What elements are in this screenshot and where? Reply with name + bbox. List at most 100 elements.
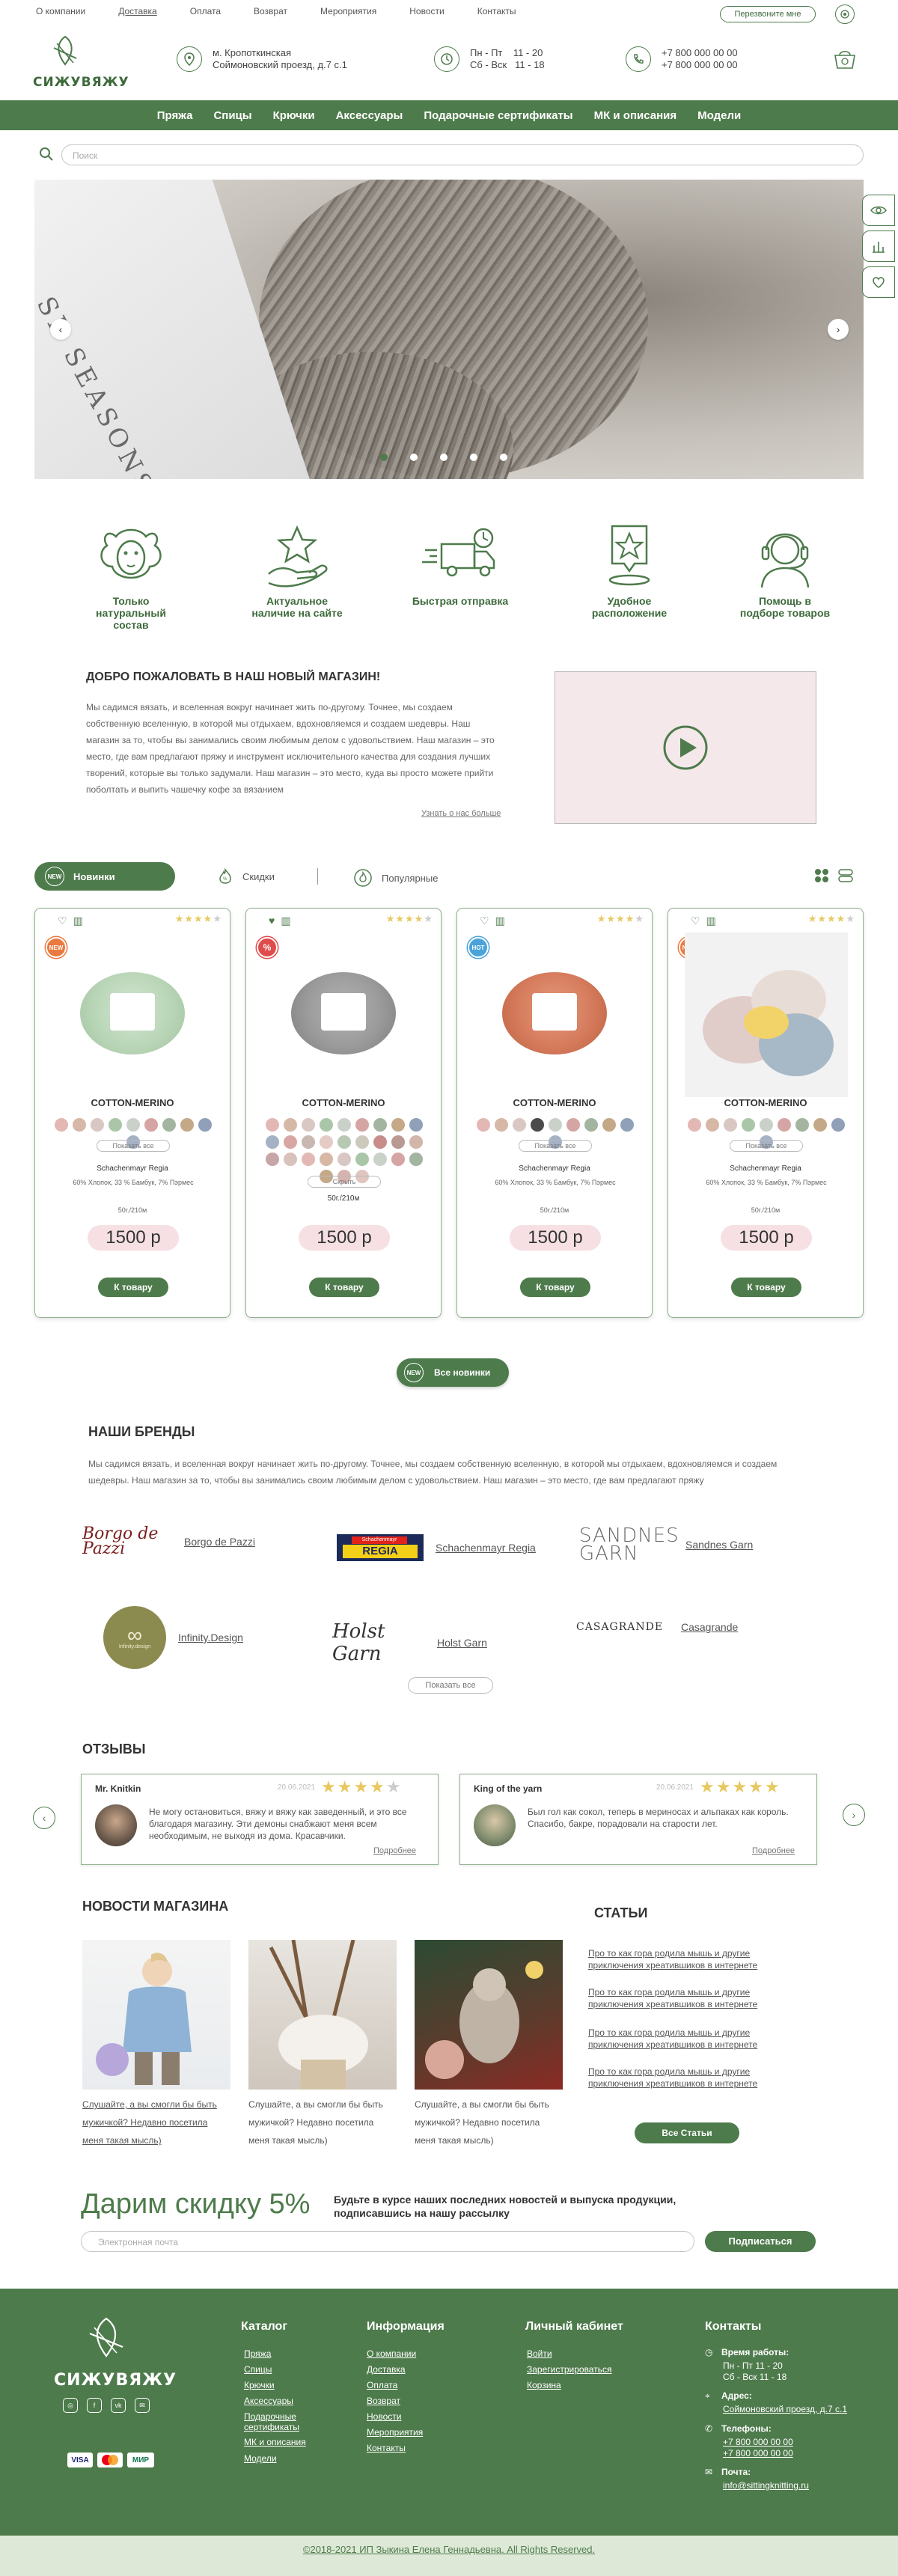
color-swatch[interactable] — [162, 1118, 176, 1132]
product-card[interactable]: ♥ ▥ ★★★★★ % COTTON-MERINO Скрыть 50г./21… — [245, 908, 442, 1318]
color-swatch[interactable] — [620, 1118, 634, 1132]
color-swatch[interactable] — [513, 1118, 526, 1132]
chat-icon[interactable]: ✉ — [135, 2398, 150, 2413]
nav-mk-descriptions[interactable]: МК и описания — [594, 109, 677, 122]
all-articles-button[interactable]: Все Статьи — [635, 2122, 739, 2143]
phone-1[interactable]: +7 800 000 00 00 — [662, 47, 738, 59]
footer-phone-1[interactable]: +7 800 000 00 00 — [723, 2437, 793, 2447]
color-swatch[interactable] — [373, 1135, 387, 1149]
play-icon[interactable] — [662, 724, 709, 771]
footer-link[interactable]: Крючки — [244, 2380, 275, 2390]
compare-chart-icon[interactable] — [862, 231, 895, 262]
brand-borgo-de-pazzi[interactable]: Borgo de Pazzi Borgo de Pazzi — [82, 1526, 255, 1557]
footer-logo-text[interactable]: СИЖУВЯЖУ — [54, 2371, 177, 2390]
color-swatch[interactable] — [284, 1153, 297, 1166]
nav-needles[interactable]: Спицы — [213, 109, 251, 122]
color-swatch[interactable] — [337, 1135, 351, 1149]
favorite-heart-icon[interactable]: ♡ — [58, 915, 67, 927]
nav-gift-certificates[interactable]: Подарочные сертификаты — [424, 109, 572, 122]
color-swatch[interactable] — [109, 1118, 122, 1132]
compare-icon[interactable]: ▥ — [706, 915, 716, 927]
color-swatch[interactable] — [355, 1118, 369, 1132]
search-icon[interactable] — [39, 147, 54, 165]
all-new-button[interactable]: NEW Все новинки — [397, 1358, 509, 1387]
article-link[interactable]: Про то как гора родила мышь и другие при… — [588, 2027, 805, 2051]
product-name[interactable]: COTTON-MERINO — [246, 1097, 441, 1108]
color-swatch[interactable] — [266, 1153, 279, 1166]
footer-link[interactable]: Пряжа — [244, 2348, 271, 2359]
vk-icon[interactable]: vk — [111, 2398, 126, 2413]
go-to-product-button[interactable]: К товару — [98, 1278, 168, 1297]
reviews-next-arrow[interactable]: › — [843, 1804, 865, 1826]
nav-models[interactable]: Модели — [697, 109, 741, 122]
topnav-return[interactable]: Возврат — [254, 6, 287, 16]
hero-prev-arrow[interactable]: ‹ — [50, 319, 71, 340]
subscribe-button[interactable]: Подписаться — [705, 2231, 816, 2252]
color-swatch[interactable] — [373, 1118, 387, 1132]
go-to-product-button[interactable]: К товару — [520, 1278, 590, 1297]
show-all-colors-button[interactable]: Показать все — [730, 1140, 803, 1152]
color-swatch[interactable] — [284, 1135, 297, 1149]
footer-link[interactable]: Спицы — [244, 2364, 272, 2375]
color-swatch[interactable] — [144, 1118, 158, 1132]
color-swatch[interactable] — [795, 1118, 809, 1132]
brand-schachenmayr-regia[interactable]: Schachenmayr REGIA Schachenmayr Regia — [337, 1534, 536, 1561]
compare-icon[interactable]: ▥ — [281, 915, 290, 927]
color-swatch[interactable] — [760, 1118, 773, 1132]
color-swatch[interactable] — [126, 1118, 140, 1132]
compare-icon[interactable]: ▥ — [73, 915, 83, 927]
go-to-product-button[interactable]: К товару — [731, 1278, 801, 1297]
color-swatch[interactable] — [531, 1118, 544, 1132]
color-swatch[interactable] — [391, 1118, 405, 1132]
color-swatch[interactable] — [320, 1118, 333, 1132]
article-link[interactable]: Про то как гора родила мышь и другие при… — [588, 1986, 805, 2010]
grid-view-icon[interactable] — [814, 868, 829, 887]
color-swatch[interactable] — [355, 1135, 369, 1149]
reviews-prev-arrow[interactable]: ‹ — [33, 1807, 55, 1829]
nav-accessories[interactable]: Аксессуары — [336, 109, 403, 122]
topnav-delivery[interactable]: Доставка — [118, 6, 157, 16]
footer-link[interactable]: Зарегистрироваться — [527, 2364, 611, 2375]
footer-link[interactable]: Модели — [244, 2453, 277, 2464]
logo-icon[interactable] — [46, 33, 84, 74]
brand-holst-garn[interactable]: Holst Garn Holst Garn — [332, 1620, 487, 1665]
article-link[interactable]: Про то как гора родила мышь и другие при… — [588, 2066, 805, 2090]
nav-hooks[interactable]: Крючки — [273, 109, 315, 122]
color-swatch[interactable] — [584, 1118, 598, 1132]
color-swatch[interactable] — [391, 1153, 405, 1166]
topnav-news[interactable]: Новости — [409, 6, 444, 16]
basket-icon[interactable] — [832, 48, 858, 74]
topnav-contacts[interactable]: Контакты — [477, 6, 516, 16]
favorite-heart-icon[interactable]: ♡ — [480, 915, 489, 927]
footer-link[interactable]: Подарочные сертификаты — [244, 2411, 311, 2432]
tab-discounts[interactable]: % Скидки — [217, 868, 275, 885]
brand-sandnes-garn[interactable]: SANDNES GARN Sandnes Garn — [579, 1526, 753, 1563]
product-name[interactable]: COTTON-MERINO — [35, 1097, 230, 1108]
product-card[interactable]: ♡ ▥ ★★★★★ HOT COTTON-MERINO Показать все… — [456, 908, 653, 1318]
hero-next-arrow[interactable]: › — [828, 319, 849, 340]
topnav-about[interactable]: О компании — [36, 6, 85, 16]
color-swatch[interactable] — [284, 1118, 297, 1132]
news-image[interactable] — [248, 1939, 397, 2090]
logo-text[interactable]: СИЖУВЯЖУ — [33, 75, 129, 90]
color-swatch[interactable] — [373, 1153, 387, 1166]
footer-logo-icon[interactable] — [82, 2314, 130, 2366]
hero-dot-2[interactable] — [410, 454, 418, 461]
product-card[interactable]: ♡ ▥ ★★★★★ NEW COTTON-MERINO Показать все… — [668, 908, 864, 1318]
footer-phone-2[interactable]: +7 800 000 00 00 — [723, 2448, 793, 2459]
footer-link[interactable]: Оплата — [367, 2380, 397, 2390]
favorite-heart-icon[interactable]: ♥ — [269, 915, 275, 927]
color-swatch[interactable] — [495, 1118, 508, 1132]
color-swatch[interactable] — [566, 1118, 580, 1132]
footer-address[interactable]: Соймоновский проезд, д.7 с.1 — [723, 2404, 847, 2414]
color-swatch[interactable] — [337, 1153, 351, 1166]
color-swatch[interactable] — [198, 1118, 212, 1132]
news-image[interactable] — [82, 1940, 230, 2090]
color-swatch[interactable] — [549, 1118, 562, 1132]
color-swatch[interactable] — [91, 1118, 104, 1132]
eye-icon[interactable] — [862, 195, 895, 226]
footer-link[interactable]: Контакты — [367, 2443, 406, 2453]
color-swatch[interactable] — [778, 1118, 791, 1132]
list-view-icon[interactable] — [838, 868, 853, 887]
hide-colors-button[interactable]: Скрыть — [308, 1176, 381, 1188]
